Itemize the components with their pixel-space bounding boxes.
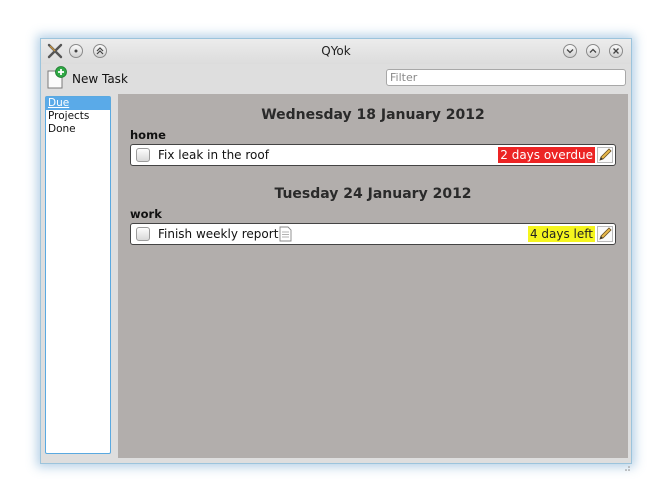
- maximize-button[interactable]: [586, 44, 600, 58]
- toolbar: New Task: [41, 64, 631, 92]
- note-icon[interactable]: [279, 226, 292, 242]
- date-heading: Tuesday 24 January 2012: [274, 186, 472, 202]
- task-title: Finish weekly report: [158, 227, 279, 241]
- task-checkbox[interactable]: [136, 148, 150, 162]
- project-label: work: [130, 207, 162, 221]
- task-area: Wednesday 18 January 2012 home Fix leak …: [118, 94, 628, 458]
- status-badge: 2 days overdue: [498, 147, 595, 163]
- close-button[interactable]: [609, 44, 623, 58]
- date-heading: Wednesday 18 January 2012: [261, 107, 485, 123]
- resize-grip-icon[interactable]: [624, 456, 630, 471]
- task-row[interactable]: Finish weekly report 4 days left: [130, 223, 616, 245]
- new-task-label: New Task: [72, 72, 128, 86]
- task-title: Fix leak in the roof: [158, 148, 269, 162]
- task-row[interactable]: Fix leak in the roof 2 days overdue: [130, 144, 616, 166]
- title-bar[interactable]: QYok: [41, 39, 631, 64]
- status-badge: 4 days left: [527, 226, 595, 242]
- sidebar-item-due[interactable]: Due: [46, 97, 110, 110]
- app-window: QYok New Task Due Projects Done: [40, 38, 632, 471]
- task-checkbox[interactable]: [136, 227, 150, 241]
- edit-icon[interactable]: [597, 147, 613, 163]
- sidebar: Due Projects Done: [45, 96, 111, 454]
- new-task-icon: [45, 66, 69, 90]
- new-task-button[interactable]: New Task: [45, 66, 135, 90]
- project-label: home: [130, 128, 166, 142]
- minimize-button[interactable]: [563, 44, 577, 58]
- sidebar-item-done[interactable]: Done: [46, 123, 110, 136]
- filter-input[interactable]: [386, 69, 626, 86]
- sidebar-item-projects[interactable]: Projects: [46, 110, 110, 123]
- edit-icon[interactable]: [597, 226, 613, 242]
- window-title: QYok: [321, 44, 351, 58]
